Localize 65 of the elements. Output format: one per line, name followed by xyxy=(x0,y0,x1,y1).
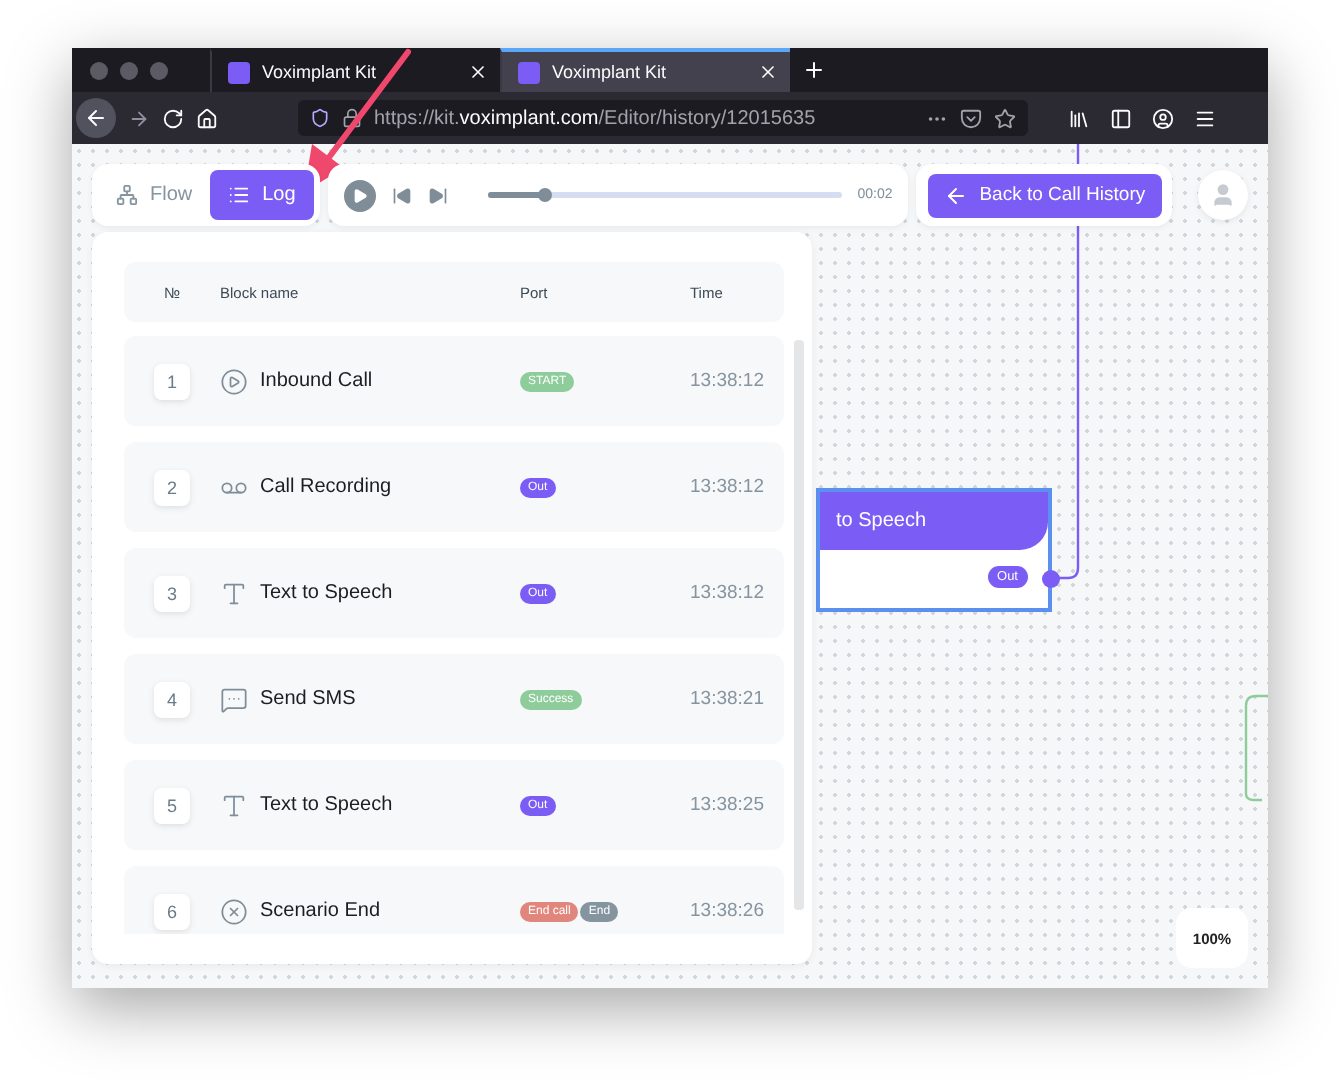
row-time: 13:38:12 xyxy=(690,370,766,392)
block-name: Text to Speech xyxy=(260,582,393,604)
account-icon[interactable] xyxy=(1152,107,1174,129)
text-icon xyxy=(220,791,248,819)
row-number: 6 xyxy=(154,893,190,929)
row-number: 5 xyxy=(154,787,190,823)
close-icon[interactable] xyxy=(468,62,488,82)
text-icon xyxy=(220,579,248,607)
sidebar-icon[interactable] xyxy=(1110,107,1132,129)
skip-forward-icon xyxy=(427,185,448,205)
skip-forward-button[interactable] xyxy=(427,185,448,205)
play-circle-icon xyxy=(220,367,248,395)
back-to-history-button[interactable]: Back to Call History xyxy=(927,173,1162,217)
port-dot[interactable] xyxy=(1042,570,1060,588)
row-number: 2 xyxy=(154,469,190,505)
block-name: Call Recording xyxy=(260,476,392,498)
row-number: 1 xyxy=(154,363,190,399)
connector-line xyxy=(1244,694,1268,806)
x-circle-icon xyxy=(220,897,248,925)
new-tab-icon[interactable] xyxy=(802,58,826,82)
forward-icon[interactable] xyxy=(128,107,150,129)
browser-tab[interactable]: Voximplant Kit xyxy=(500,48,790,92)
block-name: Send SMS xyxy=(260,688,356,710)
scrollbar[interactable] xyxy=(794,340,804,910)
star-icon[interactable] xyxy=(994,107,1016,129)
address-bar[interactable]: https://kit.voximplant.com/Editor/history/12015635 xyxy=(298,100,1028,136)
app-logo-icon xyxy=(228,61,250,83)
minimize-window-dot[interactable] xyxy=(120,61,138,79)
message-icon xyxy=(220,685,248,713)
row-time: 13:38:12 xyxy=(690,582,766,604)
lock-icon xyxy=(342,108,362,128)
url-text: https://kit.voximplant.com/Editor/history/12015635 xyxy=(374,107,818,129)
skip-back-button[interactable] xyxy=(391,185,412,205)
progress-track[interactable] xyxy=(487,192,842,198)
list-icon xyxy=(228,184,251,206)
row-time: 13:38:21 xyxy=(690,688,766,710)
row-number: 3 xyxy=(154,575,190,611)
block-name: Text to Speech xyxy=(260,794,393,816)
shield-icon[interactable] xyxy=(310,108,330,128)
menu-icon[interactable] xyxy=(1194,107,1216,129)
play-icon xyxy=(351,187,368,203)
reload-icon[interactable] xyxy=(162,107,184,129)
row-time: 13:38:12 xyxy=(690,476,766,498)
hierarchy-icon xyxy=(116,184,138,206)
node-title: to Speech xyxy=(820,492,1048,550)
home-icon[interactable] xyxy=(196,107,218,129)
close-window-dot[interactable] xyxy=(90,61,108,79)
skip-back-icon xyxy=(391,185,412,205)
maximize-window-dot[interactable] xyxy=(150,61,168,79)
progress-thumb[interactable] xyxy=(538,188,553,202)
row-number: 4 xyxy=(154,681,190,717)
block-name: Scenario End xyxy=(260,900,381,922)
arrow-left-icon xyxy=(943,183,968,207)
block-name: Inbound Call xyxy=(260,370,373,392)
close-icon[interactable] xyxy=(758,62,778,82)
app-logo-icon xyxy=(518,61,540,83)
user-icon xyxy=(1210,182,1237,208)
library-icon[interactable] xyxy=(1068,107,1090,129)
pocket-icon[interactable] xyxy=(960,107,982,129)
row-time: 13:38:26 xyxy=(690,900,766,922)
view-tab[interactable]: Log xyxy=(210,170,314,220)
row-time: 13:38:25 xyxy=(690,794,766,816)
arrow-left-icon xyxy=(84,106,108,130)
back-button[interactable] xyxy=(76,98,116,138)
play-button[interactable] xyxy=(343,179,376,211)
